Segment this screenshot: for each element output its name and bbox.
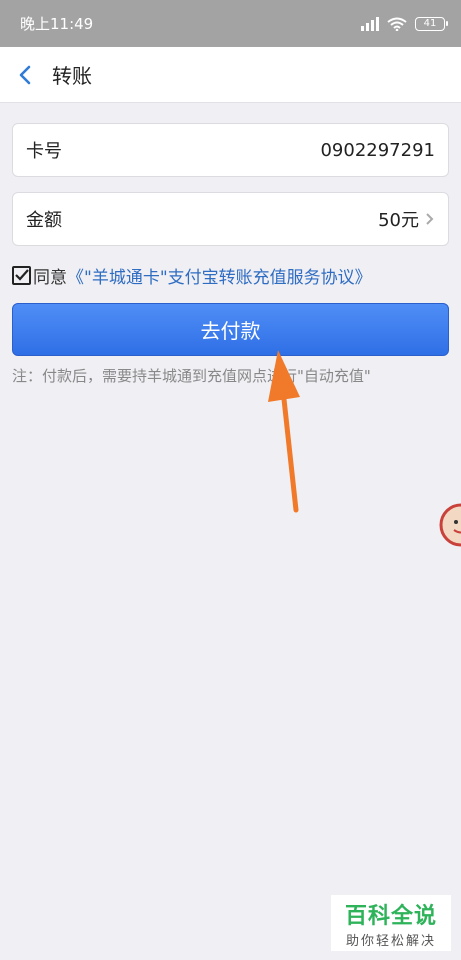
battery-icon: 41 [415, 16, 448, 31]
nav-header: 转账 [0, 47, 461, 103]
signal-icon [361, 16, 379, 31]
amount-label: 金额 [26, 210, 62, 231]
wifi-icon [387, 17, 407, 31]
status-time: 晚上11:49 [20, 15, 94, 33]
card-number-value: 0902297291 [320, 139, 435, 161]
page-title: 转账 [52, 64, 92, 88]
amount-field[interactable]: 金额 50元 [12, 192, 449, 246]
watermark-logo: 百科全说 助你轻松解决 [331, 895, 451, 951]
amount-value: 50元 [378, 210, 419, 231]
card-number-label: 卡号 [26, 141, 62, 162]
status-icons: 41 [361, 16, 448, 31]
watermark-sub: 助你轻松解决 [345, 933, 436, 949]
agreement-link[interactable]: 《"羊城通卡"支付宝转账充值服务协议》 [67, 263, 372, 288]
annotation-arrow-icon [268, 350, 300, 513]
payment-note: 注：付款后，需要持羊城通到充值网点进行"自动充值" [12, 367, 371, 385]
agreement-checkbox[interactable] [12, 265, 31, 285]
agreement-prefix: 同意 [33, 267, 67, 288]
pay-button[interactable]: 去付款 [12, 303, 449, 356]
watermark-main: 百科全说 [344, 903, 437, 929]
status-bar: 晚上11:49 41 [0, 0, 461, 47]
back-arrow-icon[interactable] [14, 63, 38, 87]
card-number-field[interactable]: 卡号 0902297291 [12, 123, 449, 177]
floating-assistant-icon[interactable] [436, 500, 461, 550]
checkmark-icon [14, 269, 29, 281]
agreement-row: 同意 《"羊城通卡"支付宝转账充值服务协议》 [12, 262, 372, 288]
chevron-right-icon [426, 213, 434, 225]
